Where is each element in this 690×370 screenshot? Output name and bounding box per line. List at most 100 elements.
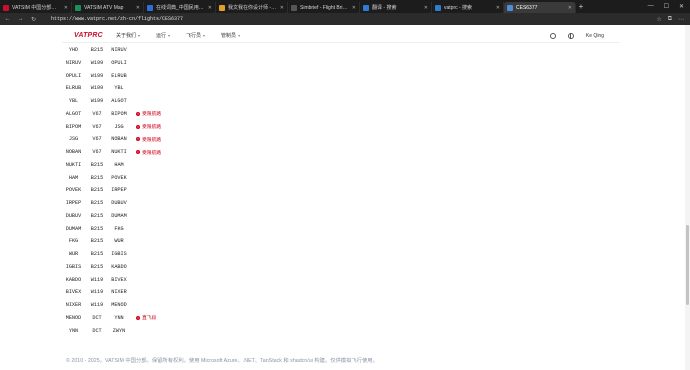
route-row: KABDO W119 BIVEX [60, 275, 131, 285]
warning-icon: ! [136, 111, 140, 116]
route-warning: ! 受限航路 [136, 149, 161, 156]
menu-pilots[interactable]: 飞行员 ▾ [186, 32, 205, 39]
route-row: ELRUB W199 YBL [60, 83, 131, 93]
minimize-icon[interactable]: — [648, 3, 654, 10]
browser-tab[interactable]: CES6377 ✕ [504, 2, 576, 13]
tab-label: 翻译 - 搜索 [372, 5, 397, 11]
tab-close-icon[interactable]: ✕ [136, 5, 140, 11]
route-from: POVEK [65, 187, 82, 194]
tab-favicon-icon [147, 4, 153, 11]
route-airway: DCT [92, 314, 102, 321]
more-menu-icon[interactable]: ⋯ [678, 16, 684, 23]
tab-close-icon[interactable]: ✕ [352, 5, 356, 11]
route-row: BIVEX W119 NIXER [60, 287, 131, 297]
forward-icon[interactable]: → [17, 16, 24, 22]
route-airway: B215 [90, 251, 104, 257]
reload-icon[interactable]: ↻ [30, 16, 37, 23]
route-row: MENOD DCT YNN! 直飞段 [60, 313, 157, 323]
url-field[interactable]: https://www.vatprc.net/zh-cn/flights/CES… [51, 16, 183, 22]
close-window-icon[interactable]: ✕ [679, 3, 684, 10]
route-to: BIVEX [111, 276, 127, 283]
browser-tab[interactable]: vatprc - 搜索 ✕ [432, 2, 504, 13]
tab-favicon-icon [363, 4, 369, 11]
new-tab-button[interactable]: + [576, 2, 586, 11]
tab-favicon-icon [291, 4, 297, 11]
browser-tab[interactable]: 在线词典_中国民用航空局✕ [144, 2, 216, 13]
route-airway: B215 [90, 174, 104, 181]
browser-toolbar: ☆ ⧉ ⋯ [656, 16, 690, 23]
favorite-icon[interactable]: ☆ [656, 16, 661, 23]
tab-close-icon[interactable]: ✕ [496, 5, 500, 11]
site-header: VATPRC 关于我们 ▾ 运行 ▾ 飞行员 ▾ 管制员 ▾ Ke Qing [62, 29, 620, 43]
route-airway: V67 [92, 149, 102, 155]
route-row: DUBUV B215 DUMAM [60, 211, 131, 221]
browser-tab[interactable]: Simbrief - Flight Briefing ✕ [288, 2, 360, 13]
route-to: POVEK [111, 174, 127, 181]
route-from: FKG [68, 238, 79, 245]
browser-tab[interactable]: VATSIM 中国分部站点 ✕ [0, 2, 72, 13]
route-to: NOBAN [111, 136, 127, 143]
header-actions: Ke Qing [549, 32, 620, 39]
tab-close-icon[interactable]: ✕ [64, 5, 68, 11]
collections-icon[interactable]: ⧉ [668, 16, 672, 23]
route-row: ALGOT V67 BIPOM! 受限航路 [60, 109, 162, 119]
route-to: KABDO [111, 263, 127, 270]
route-airway: B215 [90, 238, 104, 245]
route-airway: DCT [92, 327, 102, 334]
tab-label: Simbrief - Flight Briefing [300, 4, 349, 11]
tab-close-icon[interactable]: ✕ [208, 5, 212, 11]
route-airway: W199 [90, 85, 104, 92]
tab-label: 我文我在你设计师 - 飞行员 [228, 5, 277, 11]
warning-icon: ! [136, 124, 140, 129]
route-airway: W119 [90, 276, 104, 283]
site-footer: © 2010 - 2025，VATSIM 中国分部。保留所有权利。使用 Micr… [66, 358, 378, 364]
route-row: DUMAM B215 FKG [60, 224, 131, 234]
menu-about[interactable]: 关于我们 ▾ [116, 32, 140, 39]
warning-icon: ! [136, 137, 140, 142]
menu-controllers[interactable]: 管制员 ▾ [221, 32, 240, 39]
route-airway: W119 [90, 289, 104, 296]
tab-close-icon[interactable]: ✕ [568, 5, 572, 11]
browser-tab[interactable]: VATSIM ATV Map ✕ [72, 2, 144, 13]
browser-tab-strip: VATSIM 中国分部站点✕VATSIM ATV Map✕在线词典_中国民用航空… [0, 0, 690, 13]
route-to: DUBUV [111, 200, 127, 206]
route-to: JSG [114, 123, 124, 130]
browser-tab[interactable]: 翻译 - 搜索 ✕ [360, 2, 432, 13]
scrollbar-thumb[interactable] [686, 225, 689, 305]
route-from: KABDO [65, 276, 82, 283]
theme-toggle-icon[interactable] [549, 32, 556, 39]
vatprc-logo[interactable]: VATPRC [74, 32, 103, 39]
user-menu[interactable]: Ke Qing [586, 33, 604, 39]
tab-close-icon[interactable]: ✕ [280, 5, 284, 11]
route-warning: ! 直飞段 [136, 314, 156, 321]
route-from: BIVEX [65, 289, 82, 296]
maximize-icon[interactable]: ☐ [664, 3, 669, 10]
menu-operations[interactable]: 运行 ▾ [156, 32, 170, 39]
route-from: NIXER [65, 302, 82, 308]
back-icon[interactable]: ← [4, 16, 11, 22]
route-warning: ! 受限航路 [136, 136, 161, 143]
route-row: NUKTI B215 HAM [60, 160, 131, 170]
language-icon[interactable] [567, 32, 574, 39]
route-airway: B215 [90, 161, 104, 168]
browser-tab[interactable]: 我文我在你设计师 - 飞行员✕ [216, 2, 288, 13]
route-airway: W199 [90, 98, 104, 104]
tab-favicon-icon [435, 4, 441, 11]
route-to: MENOD [111, 302, 127, 308]
browser-address-bar: ← → ↻ https://www.vatprc.net/zh-cn/fligh… [0, 13, 690, 25]
route-from: WUR [68, 251, 79, 257]
route-row: OPULI W199 ELRUB [60, 71, 131, 81]
route-to: FKG [114, 225, 124, 232]
route-from: DUMAM [65, 225, 82, 232]
route-from: NUKTI [65, 161, 82, 168]
tab-close-icon[interactable]: ✕ [424, 5, 428, 11]
route-airway: W119 [90, 302, 104, 308]
route-airway: B215 [90, 200, 104, 206]
route-row: IRPEP B215 DUBUV [60, 198, 131, 208]
route-row: NIXER W119 MENOD [60, 300, 131, 310]
page-scrollbar[interactable] [685, 25, 690, 370]
route-to: WUR [114, 238, 124, 245]
route-row: YHD B215 NIRUV [60, 45, 131, 55]
route-to: ALGOT [111, 98, 127, 104]
route-from: BIPOM [65, 123, 82, 130]
